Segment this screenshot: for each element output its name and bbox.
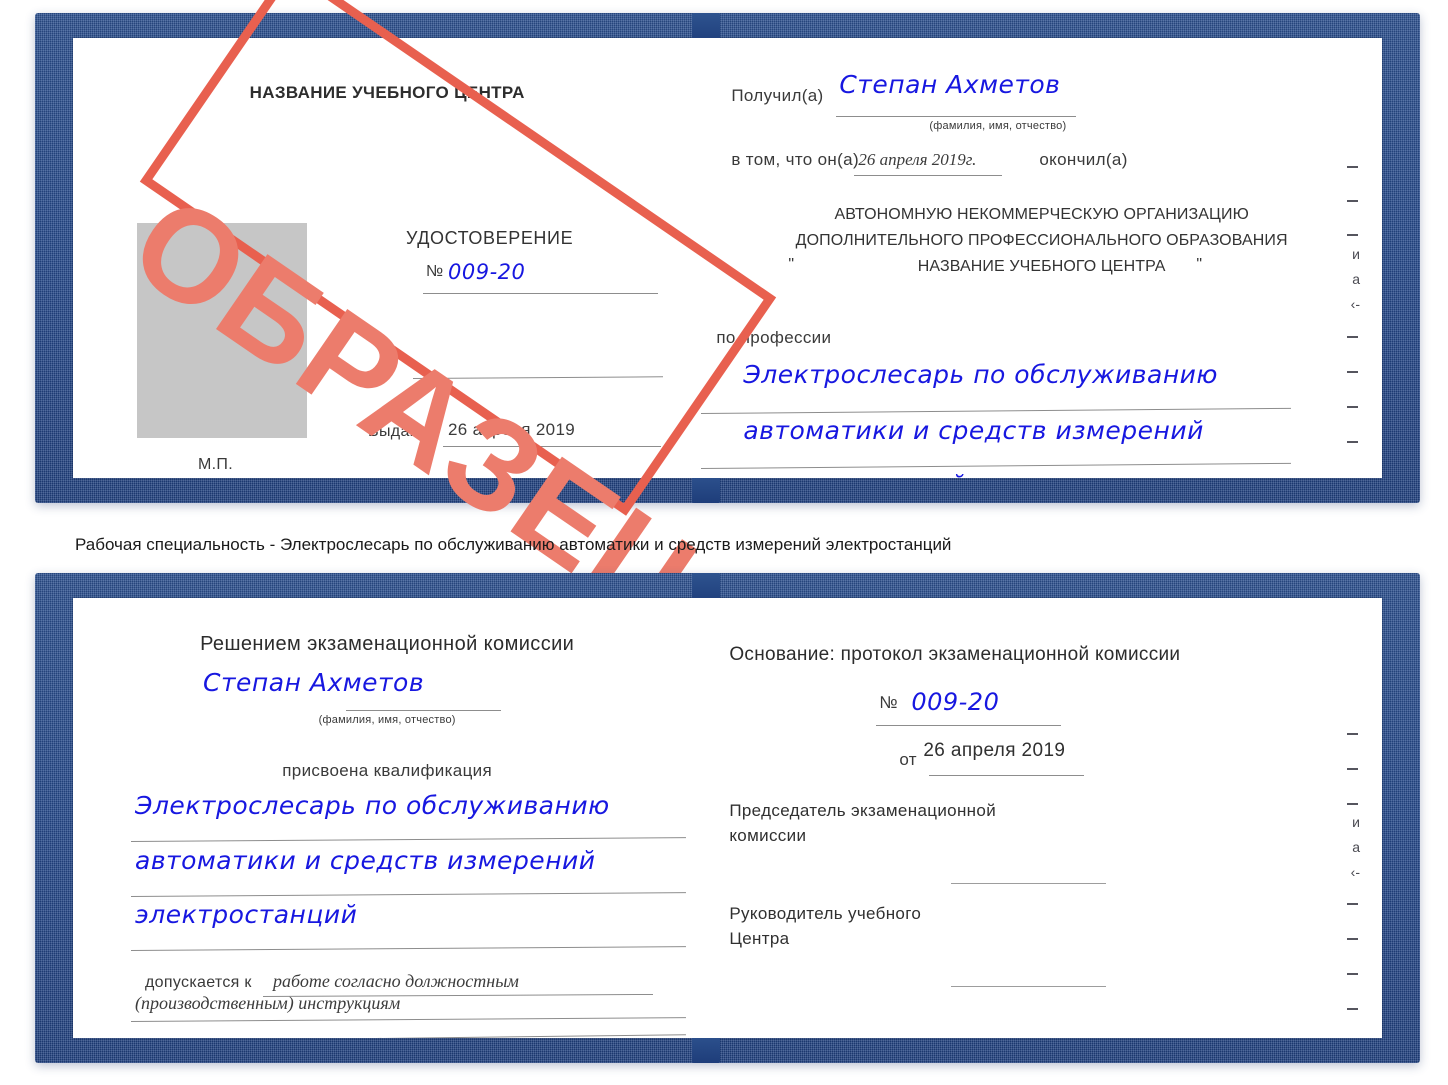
allowed-to-value-line-1: работе согласно должностным (273, 971, 519, 991)
head-signature-line (951, 986, 1107, 987)
edge-fragment-dash-3 (1347, 234, 1358, 236)
protocol-date-underline (929, 775, 1085, 776)
profession-value-line-2: автоматики и средств измерений (743, 416, 1204, 445)
number-label: № (426, 263, 444, 280)
basis-protocol-label: Основание: протокол экзаменационной коми… (729, 644, 1181, 665)
edge-fragment-i: и (1352, 246, 1360, 262)
number-underline (423, 293, 658, 294)
qualification-value-line-3: электростанций (135, 900, 358, 929)
head-of-center-label-line-1: Руководитель учебного (729, 904, 922, 923)
edge-fragment-dash-4 (1347, 336, 1358, 338)
commission-decision-heading: Решением экзаменационной комиссии (200, 633, 575, 655)
certificate-book-bottom: Решением экзаменационной комиссии Степан… (35, 573, 1420, 1063)
training-center-name-heading: НАЗВАНИЕ УЧЕБНОГО ЦЕНТРА (249, 83, 525, 102)
organization-line-2: ДОПОЛНИТЕЛЬНОГО ПРОФЕССИОНАЛЬНОГО ОБРАЗО… (795, 232, 1288, 249)
edge-fragment-dash-2 (1347, 200, 1358, 202)
certificate-number-value: 009-20 (448, 260, 526, 284)
issued-label: Выдано (368, 423, 429, 440)
certificate-book-top: НАЗВАНИЕ УЧЕБНОГО ЦЕНТРА УДОСТОВЕРЕНИЕ №… (35, 13, 1420, 503)
edge-fragment-a: а (1352, 271, 1360, 287)
seal-place-label: М.П. (198, 456, 233, 473)
recipient-name-value: Степан Ахметов (839, 70, 1061, 99)
qualification-value-line-1: Электрослесарь по обслуживанию (135, 791, 610, 820)
chairman-label-line-2: комиссии (729, 826, 807, 845)
edge-fragment-b-dash-2 (1347, 768, 1358, 770)
certificate-top-left-page: НАЗВАНИЕ УЧЕБНОГО ЦЕНТРА УДОСТОВЕРЕНИЕ №… (73, 38, 702, 478)
graduate-name-underline (346, 710, 501, 711)
protocol-date-label: от (899, 750, 917, 769)
edge-fragment-b-dash-6 (1347, 973, 1358, 975)
edge-fragment-dash-7 (1347, 441, 1358, 443)
edge-fragment-arrow: ‹- (1350, 296, 1360, 312)
study-date-underline (854, 175, 1003, 176)
organization-line-1: АВТОНОМНУЮ НЕКОММЕРЧЕСКУЮ ОРГАНИЗАЦИЮ (834, 206, 1249, 223)
allowed-to-value-line-2: (производственным) инструкциям (135, 993, 401, 1013)
finished-label: окончил(а) (1039, 150, 1128, 169)
profession-value-line-1: Электрослесарь по обслуживанию (743, 360, 1218, 389)
protocol-number-underline (876, 725, 1062, 726)
edge-fragment-dash-6 (1347, 406, 1358, 408)
chairman-label-line-1: Председатель экзаменационной (729, 801, 997, 820)
issued-underline (443, 446, 661, 447)
profession-label: по профессии (716, 328, 832, 347)
qualification-underline-3 (130, 946, 686, 951)
protocol-date-value: 26 апреля 2019 (923, 740, 1066, 761)
protocol-number-value: 009-20 (911, 688, 1000, 716)
recipient-name-underline (836, 116, 1077, 117)
document-title: УДОСТОВЕРЕНИЕ (406, 228, 574, 248)
edge-fragment-dash-5 (1347, 371, 1358, 373)
organization-line-3: НАЗВАНИЕ УЧЕБНОГО ЦЕНТРА (917, 258, 1166, 275)
edge-fragment-b-dash-1 (1347, 733, 1358, 735)
blank-line-1 (412, 376, 663, 379)
profession-underline-2 (701, 462, 1292, 469)
edge-fragment-b-dash-5 (1347, 938, 1358, 940)
edge-fragment-b-dash-7 (1347, 1008, 1358, 1010)
edge-fragment-b-dash-3 (1347, 803, 1358, 805)
certificate-bottom-pages: Решением экзаменационной комиссии Степан… (73, 573, 1382, 1063)
photo-placeholder (137, 223, 307, 438)
graduate-name-hint: (фамилия, имя, отчество) (318, 714, 456, 726)
edge-fragment-b-dash-4 (1347, 903, 1358, 905)
qualification-underline-1 (130, 837, 686, 842)
received-label: Получил(а) (731, 86, 824, 105)
certificate-bottom-right-page: Основание: протокол экзаменационной коми… (701, 598, 1382, 1038)
issued-date-value: 26 апреля 2019 (448, 420, 576, 439)
qualification-value-line-2: автоматики и средств измерений (135, 846, 596, 875)
edge-fragment-dash-1 (1347, 166, 1358, 168)
chairman-signature-line (951, 883, 1107, 884)
certificate-bottom-left-page: Решением экзаменационной комиссии Степан… (73, 598, 702, 1038)
profession-value-line-3: электростанций (743, 470, 965, 478)
certificate-top-right-page: Получил(а) Степан Ахметов (фамилия, имя,… (701, 38, 1382, 478)
edge-fragment-b-a: а (1352, 839, 1360, 855)
edge-fragment-b-i: и (1352, 814, 1360, 830)
study-date-value: 26 апреля 2019г. (858, 150, 977, 169)
organization-quote-open: " (788, 256, 795, 273)
allowed-underline-3 (130, 1034, 686, 1038)
head-of-center-label-line-2: Центра (729, 929, 790, 948)
graduate-name-value: Степан Ахметов (203, 668, 425, 697)
qualification-label: присвоена квалификация (282, 761, 493, 780)
caption-text: Рабочая специальность - Электрослесарь п… (75, 535, 952, 554)
allowed-underline-2 (130, 1017, 686, 1022)
profession-underline-1 (701, 407, 1292, 414)
organization-quote-close: " (1196, 256, 1203, 273)
qualification-underline-2 (130, 892, 686, 897)
in-that-label: в том, что он(а) (731, 150, 859, 169)
certificate-top-pages: НАЗВАНИЕ УЧЕБНОГО ЦЕНТРА УДОСТОВЕРЕНИЕ №… (73, 13, 1382, 503)
name-hint-label: (фамилия, имя, отчество) (929, 120, 1067, 132)
edge-fragment-b-arrow: ‹- (1350, 864, 1360, 880)
allowed-to-label: допускается к (145, 974, 252, 991)
protocol-number-label: № (879, 693, 898, 712)
